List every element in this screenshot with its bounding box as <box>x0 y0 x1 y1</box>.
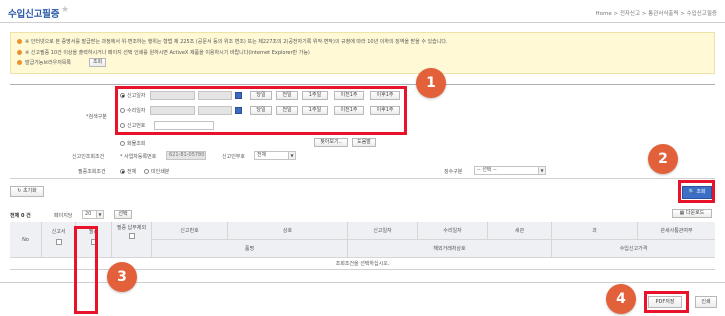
col-date: 신고일자 <box>348 222 418 240</box>
notice-line-1: ※ 인터넷으로 본 증명서를 발급받는 과정에서 위·변조하는 행위는 형법 제… <box>17 38 448 45</box>
step-marker-4: 4 <box>606 284 636 314</box>
lookup-button[interactable]: 찾아보기.. <box>314 138 348 147</box>
col-company: 상호 <box>228 222 348 240</box>
target-label: 필증조회조건 <box>78 169 106 175</box>
notice-line-3: 발급가능브라우저목록 <box>17 59 71 66</box>
condition-text: * 사업자등록번호 <box>120 154 157 160</box>
favorite-star-icon[interactable]: ★ <box>61 5 69 15</box>
radio-icon[interactable] <box>120 141 125 146</box>
checkbox-icon[interactable] <box>128 233 135 239</box>
highlight-search-button <box>678 180 715 203</box>
division-label: 신고인부호 <box>222 154 246 160</box>
browser-list-button[interactable]: 조회 <box>89 58 106 67</box>
page-title: 수입신고필증 <box>8 9 60 20</box>
reset-button[interactable]: ↻ 초기화 <box>10 186 44 197</box>
page-size-select[interactable]: 20 ▼ <box>82 210 104 219</box>
receipt-label: 징수구분 <box>444 169 463 175</box>
col-price: 수입신고가격 <box>552 240 715 258</box>
col-no: No <box>10 222 42 258</box>
highlight-certificate-column <box>74 226 98 314</box>
breadcrumb: Home > 전자신고 > 통관서식출력 > 수입신고필증 <box>595 11 717 17</box>
col-number: 신고번호 <box>152 222 228 240</box>
chevron-down-icon: ▼ <box>538 167 545 174</box>
checkbox-icon[interactable] <box>55 239 62 245</box>
notice-line-2: ※ 신고필증 10건 이상을 출력하시거나 페이지 선택 인쇄를 원하시면 Ac… <box>17 49 310 56</box>
step-marker-2: 2 <box>648 144 678 174</box>
option-cargo-lookup[interactable]: 화물조회 <box>120 140 145 147</box>
highlight-search-options <box>115 86 407 135</box>
step-marker-1: 1 <box>416 68 446 98</box>
page-size-label: 페이지당 <box>54 213 73 219</box>
print-button[interactable]: 인쇄 <box>695 296 717 308</box>
col-overseas: 해외거래처상호 <box>348 240 552 258</box>
business-number-input[interactable]: 621-81-05780 <box>166 151 206 160</box>
target-unissued-option[interactable]: 미인쇄분 <box>144 168 169 175</box>
radio-icon[interactable] <box>120 169 125 174</box>
col-acceptance: 수리일자 <box>418 222 488 240</box>
col-exclude: 필증 납부제외 <box>112 222 152 258</box>
col-division: 과 <box>552 222 638 240</box>
col-declaration: 신고서 <box>42 222 76 258</box>
bullet-icon <box>17 39 22 44</box>
chevron-down-icon: ▼ <box>96 211 103 218</box>
step-marker-3: 3 <box>107 262 137 292</box>
header-divider <box>0 22 725 23</box>
target-all-option[interactable]: 전체 <box>120 168 136 175</box>
division-select[interactable]: 전체 ▼ <box>254 151 296 160</box>
col-item: 품명 <box>152 240 348 258</box>
select-button[interactable]: 선택 <box>114 210 132 219</box>
search-type-label: *검색구분 <box>86 114 107 120</box>
condition-label: 신고인조회조건 <box>72 154 105 160</box>
col-customs: 세관 <box>488 222 552 240</box>
total-count: 전체 0 건 <box>10 213 31 219</box>
notice-box: ※ 인터넷으로 본 증명서를 발급받는 과정에서 위·변조하는 행위는 형법 제… <box>10 32 715 74</box>
bullet-icon <box>17 60 22 65</box>
chevron-down-icon: ▼ <box>288 152 295 159</box>
help-button[interactable]: 도움말 <box>352 138 376 147</box>
receipt-select[interactable]: -- 선택 -- ▼ <box>474 166 546 175</box>
bullet-icon <box>17 50 22 55</box>
highlight-pdf-button <box>644 291 689 313</box>
radio-icon[interactable] <box>144 169 149 174</box>
download-button[interactable]: ▦ 다운로드 <box>672 209 712 218</box>
col-broker: 관세사통관여부 <box>638 222 715 240</box>
